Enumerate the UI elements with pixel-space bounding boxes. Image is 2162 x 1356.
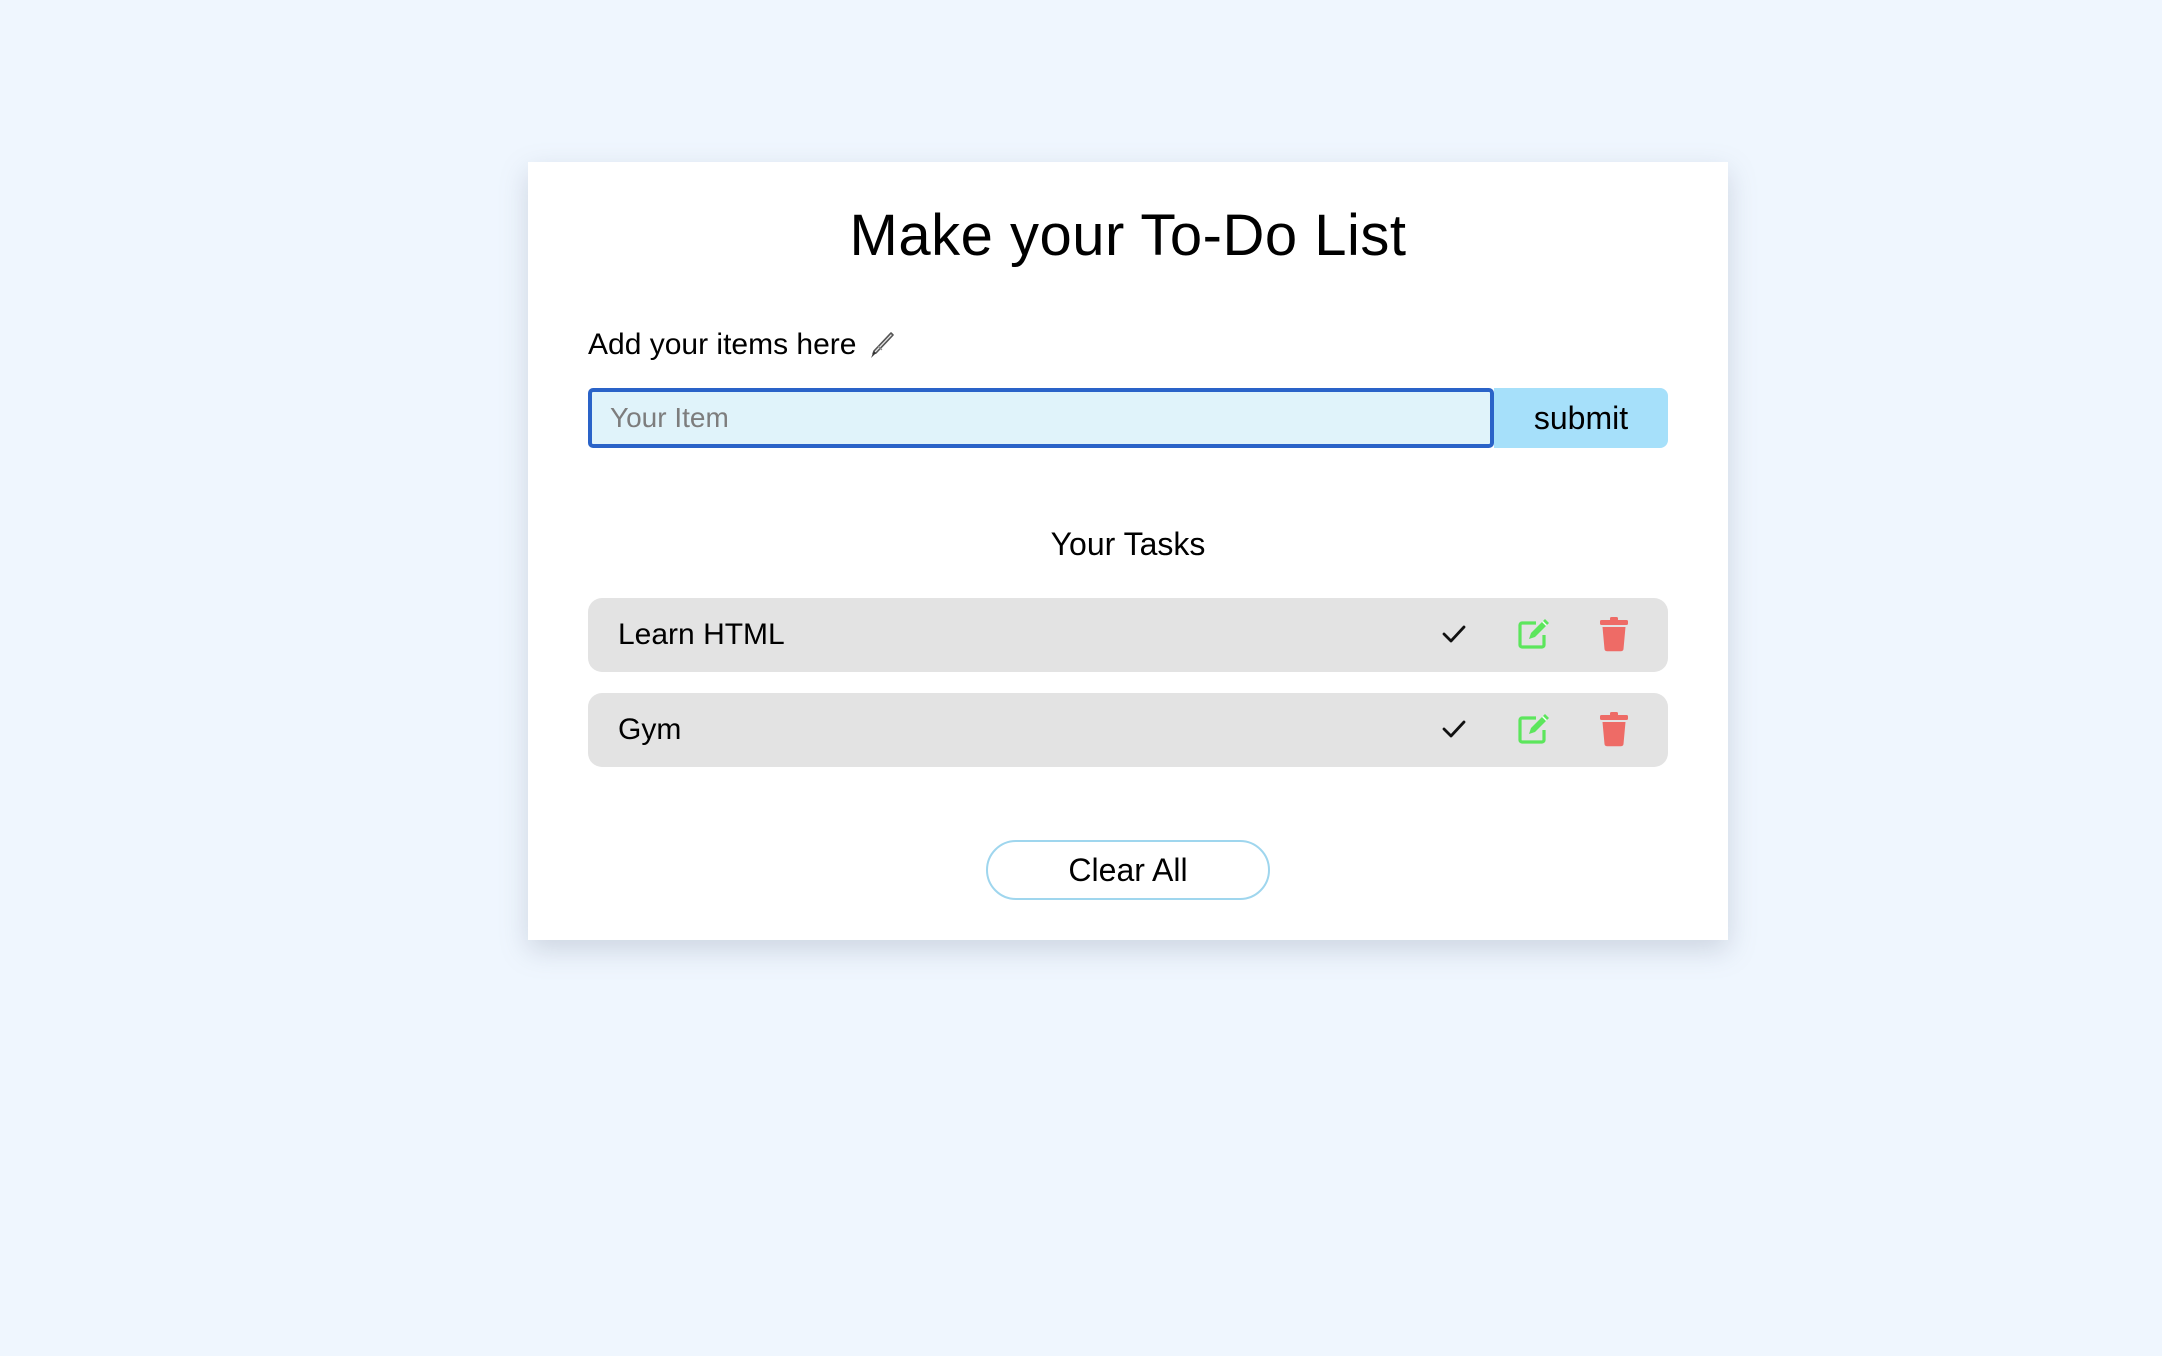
tasks-heading: Your Tasks [1050,526,1206,562]
edit-icon [1516,712,1552,749]
pen-icon [864,329,896,361]
task-text: Learn HTML [618,618,785,651]
submit-button[interactable]: submit [1494,388,1668,448]
add-items-label: Add your items here [588,328,896,362]
edit-task-button[interactable] [1512,708,1556,752]
check-icon [1440,620,1468,651]
edit-icon [1516,617,1552,654]
item-input[interactable] [588,388,1494,448]
task-row: Learn HTML [588,598,1668,672]
complete-task-button[interactable] [1432,613,1476,657]
delete-task-button[interactable] [1592,708,1636,752]
add-items-label-text: Add your items here [588,328,857,361]
task-text: Gym [618,713,682,746]
check-icon [1440,715,1468,746]
todo-card: Make your To-Do List Add your items here… [528,162,1728,940]
page-title: Make your To-Do List [849,203,1407,268]
complete-task-button[interactable] [1432,708,1476,752]
task-row: Gym [588,693,1668,767]
clear-all-button[interactable]: Clear All [986,840,1270,900]
trash-icon [1599,616,1629,655]
add-item-form: submit [588,388,1668,448]
trash-icon [1599,711,1629,750]
edit-task-button[interactable] [1512,613,1556,657]
task-list: Learn HTML Gym [588,598,1668,788]
delete-task-button[interactable] [1592,613,1636,657]
